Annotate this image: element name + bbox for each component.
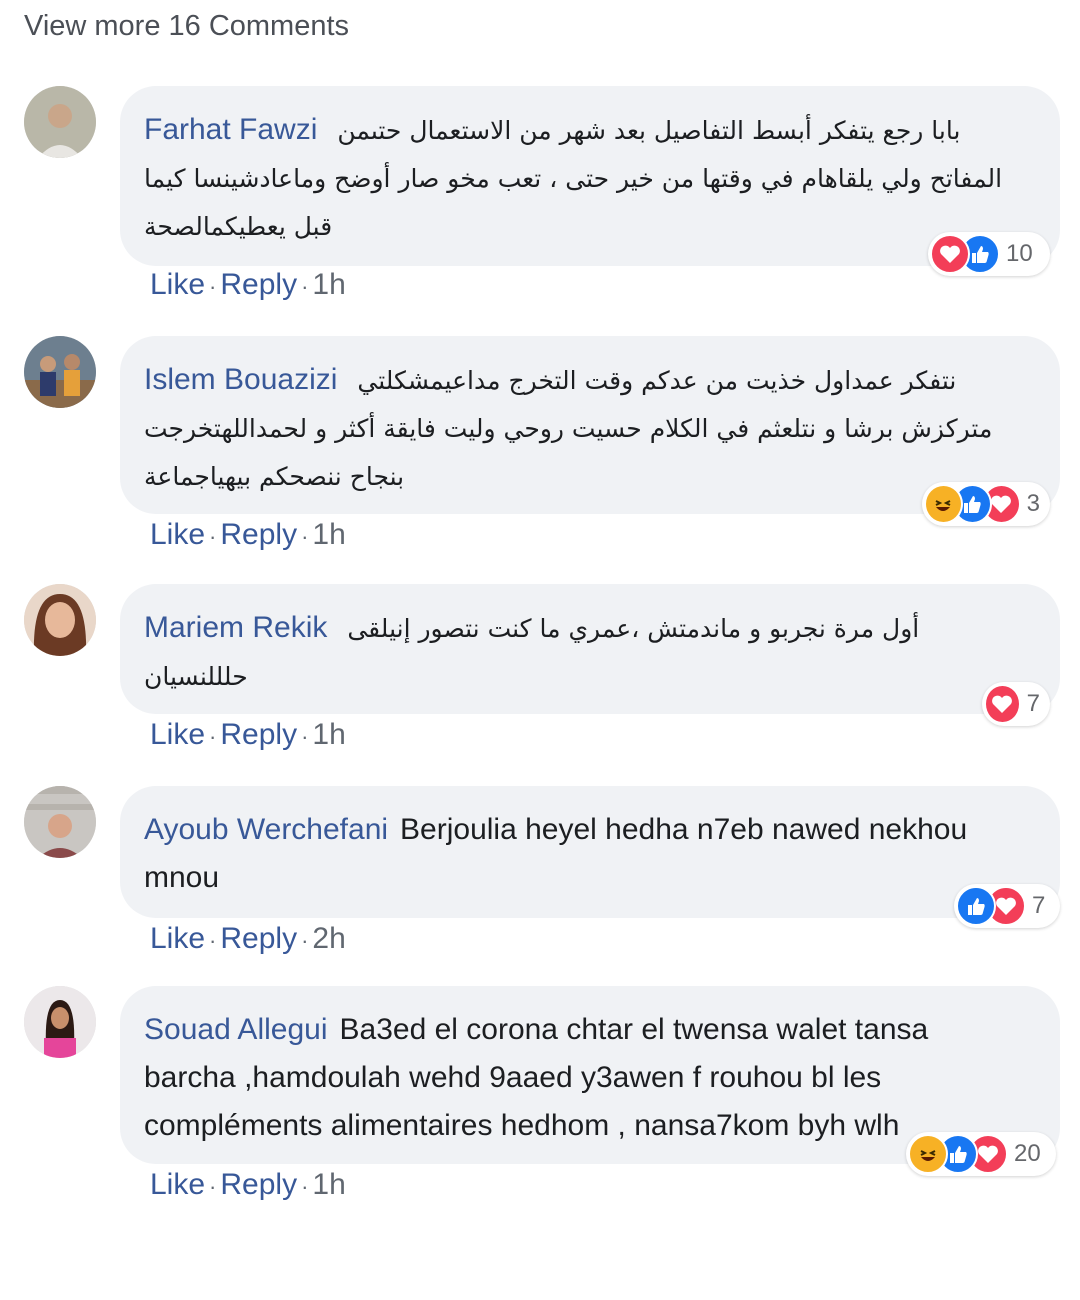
comment-actions: Like · Reply · 1h — [150, 718, 346, 752]
reaction-count: 7 — [1032, 892, 1046, 919]
comment-bubble: Farhat Fawzi بابا رجع يتفكر أبسط التفاصي… — [120, 86, 1060, 266]
comment-body: Ayoub Werchefani Berjoulia heyel hedha n7… — [144, 806, 1020, 902]
comment-timestamp[interactable]: 1h — [312, 268, 345, 301]
separator: · — [209, 524, 217, 549]
haha-icon — [924, 484, 963, 524]
separator: · — [209, 928, 217, 953]
separator: · — [209, 1174, 217, 1199]
comment-author[interactable]: Mariem Rekik — [144, 611, 327, 644]
comment-author[interactable]: Ayoub Werchefani — [144, 813, 388, 846]
reaction-summary[interactable]: 7 — [954, 884, 1060, 928]
separator: · — [301, 928, 309, 953]
reaction-summary[interactable]: 3 — [922, 482, 1050, 526]
avatar[interactable] — [24, 986, 96, 1058]
comment-timestamp[interactable]: 1h — [312, 1168, 345, 1201]
haha-icon — [908, 1134, 948, 1174]
separator: · — [301, 1174, 309, 1199]
comment-author[interactable]: Farhat Fawzi — [144, 113, 317, 146]
view-more-comments-link[interactable]: View more 16 Comments — [24, 10, 349, 43]
avatar[interactable] — [24, 86, 96, 158]
separator: · — [209, 274, 217, 299]
reaction-summary[interactable]: 7 — [982, 682, 1050, 726]
love-icon — [984, 684, 1021, 724]
separator: · — [301, 274, 309, 299]
avatar[interactable] — [24, 336, 96, 408]
reply-link[interactable]: Reply — [220, 922, 297, 955]
like-link[interactable]: Like — [150, 718, 205, 751]
comment-bubble: Ayoub Werchefani Berjoulia heyel hedha n7… — [120, 786, 1060, 918]
comment-body: Souad Allegui Ba3ed el corona chtar el tw… — [144, 1006, 1020, 1156]
like-link[interactable]: Like — [150, 922, 205, 955]
reply-link[interactable]: Reply — [220, 518, 297, 551]
comment-body: Mariem Rekik أول مرة نجربو و ماندمتش ،عم… — [144, 604, 1020, 701]
separator: · — [209, 724, 217, 749]
reply-link[interactable]: Reply — [220, 1168, 297, 1201]
reply-link[interactable]: Reply — [220, 718, 297, 751]
comment-timestamp[interactable]: 1h — [312, 518, 345, 551]
separator: · — [301, 724, 309, 749]
comment-body: Farhat Fawzi بابا رجع يتفكر أبسط التفاصي… — [144, 106, 1020, 251]
avatar[interactable] — [24, 584, 96, 656]
reply-link[interactable]: Reply — [220, 268, 297, 301]
comment-author[interactable]: Islem Bouazizi — [144, 363, 337, 396]
comment-actions: Like · Reply · 2h — [150, 922, 346, 956]
comment-bubble: Mariem Rekik أول مرة نجربو و ماندمتش ،عم… — [120, 584, 1060, 714]
comment-actions: Like · Reply · 1h — [150, 1168, 346, 1202]
separator: · — [301, 524, 309, 549]
like-link[interactable]: Like — [150, 1168, 205, 1201]
reaction-summary[interactable]: 10 — [928, 232, 1050, 276]
comment-timestamp[interactable]: 2h — [312, 922, 345, 955]
reaction-count: 3 — [1026, 490, 1040, 517]
comment-timestamp[interactable]: 1h — [312, 718, 345, 751]
comment-actions: Like · Reply · 1h — [150, 268, 346, 302]
reaction-summary[interactable]: 20 — [906, 1132, 1056, 1176]
comment-actions: Like · Reply · 1h — [150, 518, 346, 552]
comment-bubble: Islem Bouazizi نتفكر عمداول خذيت من عدكم… — [120, 336, 1060, 514]
reaction-count: 10 — [1006, 240, 1033, 267]
reaction-count: 7 — [1026, 690, 1040, 717]
love-icon — [930, 234, 970, 274]
avatar[interactable] — [24, 786, 96, 858]
reaction-count: 20 — [1014, 1140, 1041, 1167]
like-icon — [956, 886, 996, 926]
comment-body: Islem Bouazizi نتفكر عمداول خذيت من عدكم… — [144, 356, 1020, 501]
like-link[interactable]: Like — [150, 518, 205, 551]
like-link[interactable]: Like — [150, 268, 205, 301]
comment-author[interactable]: Souad Allegui — [144, 1013, 328, 1046]
